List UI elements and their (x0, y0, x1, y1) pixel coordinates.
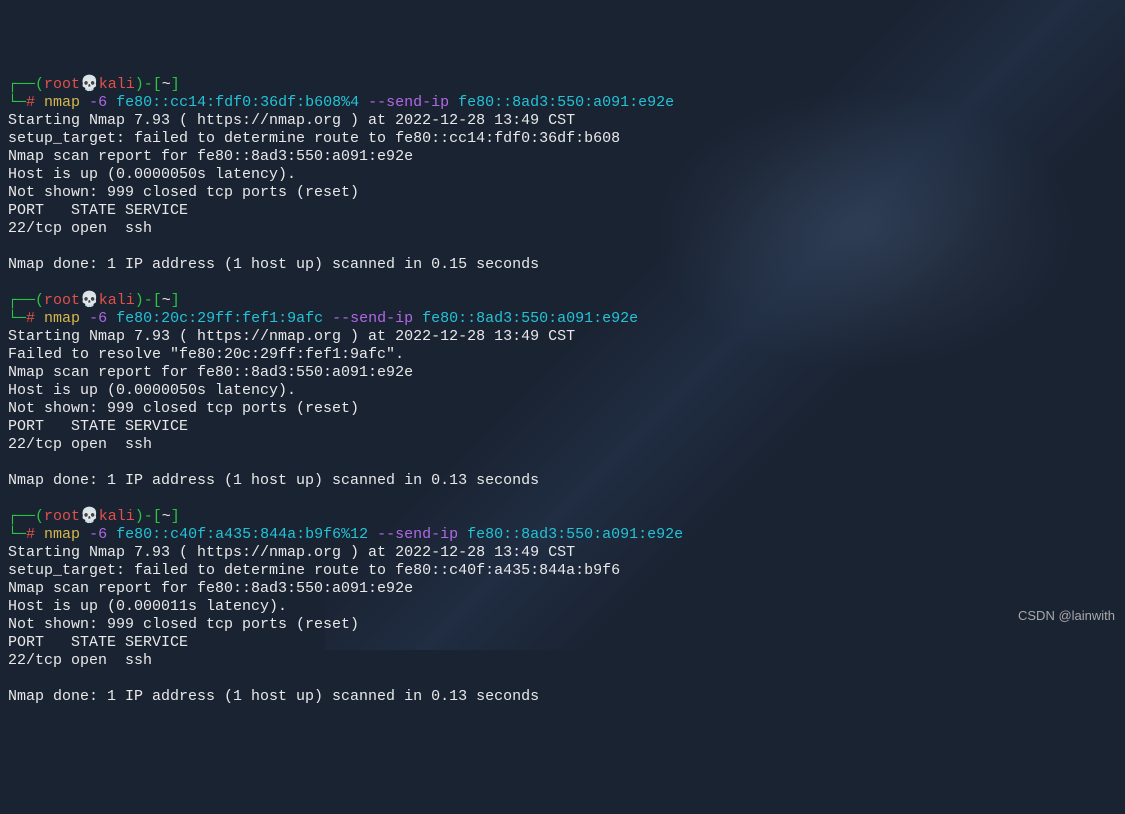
command-arg: fe80::8ad3:550:a091:e92e (458, 526, 683, 543)
output-line: PORT STATE SERVICE (8, 418, 1117, 436)
command-arg: fe80::cc14:fdf0:36df:b608%4 (107, 94, 359, 111)
output-line: Not shown: 999 closed tcp ports (reset) (8, 400, 1117, 418)
output-line: PORT STATE SERVICE (8, 202, 1117, 220)
command-flag: --send-ip (368, 526, 458, 543)
command-flag: -6 (80, 310, 107, 327)
output-line: setup_target: failed to determine route … (8, 562, 1117, 580)
command-arg: fe80::8ad3:550:a091:e92e (449, 94, 674, 111)
prompt-line-1: ┌──(root💀kali)-[~] (8, 76, 1117, 94)
command-program: nmap (44, 310, 80, 327)
output-line: Nmap done: 1 IP address (1 host up) scan… (8, 688, 1117, 706)
prompt-line-1: ┌──(root💀kali)-[~] (8, 508, 1117, 526)
prompt-line-2[interactable]: └─# nmap -6 fe80::cc14:fdf0:36df:b608%4 … (8, 94, 1117, 112)
blank-line (8, 490, 1117, 508)
output-line: Not shown: 999 closed tcp ports (reset) (8, 184, 1117, 202)
output-line: Nmap scan report for fe80::8ad3:550:a091… (8, 148, 1117, 166)
output-line: Nmap done: 1 IP address (1 host up) scan… (8, 256, 1117, 274)
prompt-line-2[interactable]: └─# nmap -6 fe80::c40f:a435:844a:b9f6%12… (8, 526, 1117, 544)
output-line: Host is up (0.0000050s latency). (8, 166, 1117, 184)
output-line: 22/tcp open ssh (8, 220, 1117, 238)
command-arg: fe80:20c:29ff:fef1:9afc (107, 310, 323, 327)
output-line: 22/tcp open ssh (8, 652, 1117, 670)
output-line: Failed to resolve "fe80:20c:29ff:fef1:9a… (8, 346, 1117, 364)
output-line: Host is up (0.0000050s latency). (8, 382, 1117, 400)
output-line: Nmap scan report for fe80::8ad3:550:a091… (8, 364, 1117, 382)
output-line: Not shown: 999 closed tcp ports (reset) (8, 616, 1117, 634)
output-line (8, 454, 1117, 472)
command-arg: fe80::c40f:a435:844a:b9f6%12 (107, 526, 368, 543)
output-line (8, 238, 1117, 256)
output-line (8, 670, 1117, 688)
output-line: Nmap scan report for fe80::8ad3:550:a091… (8, 580, 1117, 598)
blank-line (8, 274, 1117, 292)
prompt-line-1: ┌──(root💀kali)-[~] (8, 292, 1117, 310)
output-line: Starting Nmap 7.93 ( https://nmap.org ) … (8, 112, 1117, 130)
output-line: Host is up (0.000011s latency). (8, 598, 1117, 616)
prompt-line-2[interactable]: └─# nmap -6 fe80:20c:29ff:fef1:9afc --se… (8, 310, 1117, 328)
output-line: setup_target: failed to determine route … (8, 130, 1117, 148)
output-line: Nmap done: 1 IP address (1 host up) scan… (8, 472, 1117, 490)
watermark: CSDN @lainwith (1018, 607, 1115, 625)
command-program: nmap (44, 526, 80, 543)
command-flag: --send-ip (323, 310, 413, 327)
output-line: Starting Nmap 7.93 ( https://nmap.org ) … (8, 328, 1117, 346)
command-flag: -6 (80, 526, 107, 543)
command-program: nmap (44, 94, 80, 111)
command-arg: fe80::8ad3:550:a091:e92e (413, 310, 638, 327)
command-flag: -6 (80, 94, 107, 111)
output-line: Starting Nmap 7.93 ( https://nmap.org ) … (8, 544, 1117, 562)
output-line: 22/tcp open ssh (8, 436, 1117, 454)
terminal-output[interactable]: ┌──(root💀kali)-[~]└─# nmap -6 fe80::cc14… (8, 76, 1117, 706)
output-line: PORT STATE SERVICE (8, 634, 1117, 652)
command-flag: --send-ip (359, 94, 449, 111)
